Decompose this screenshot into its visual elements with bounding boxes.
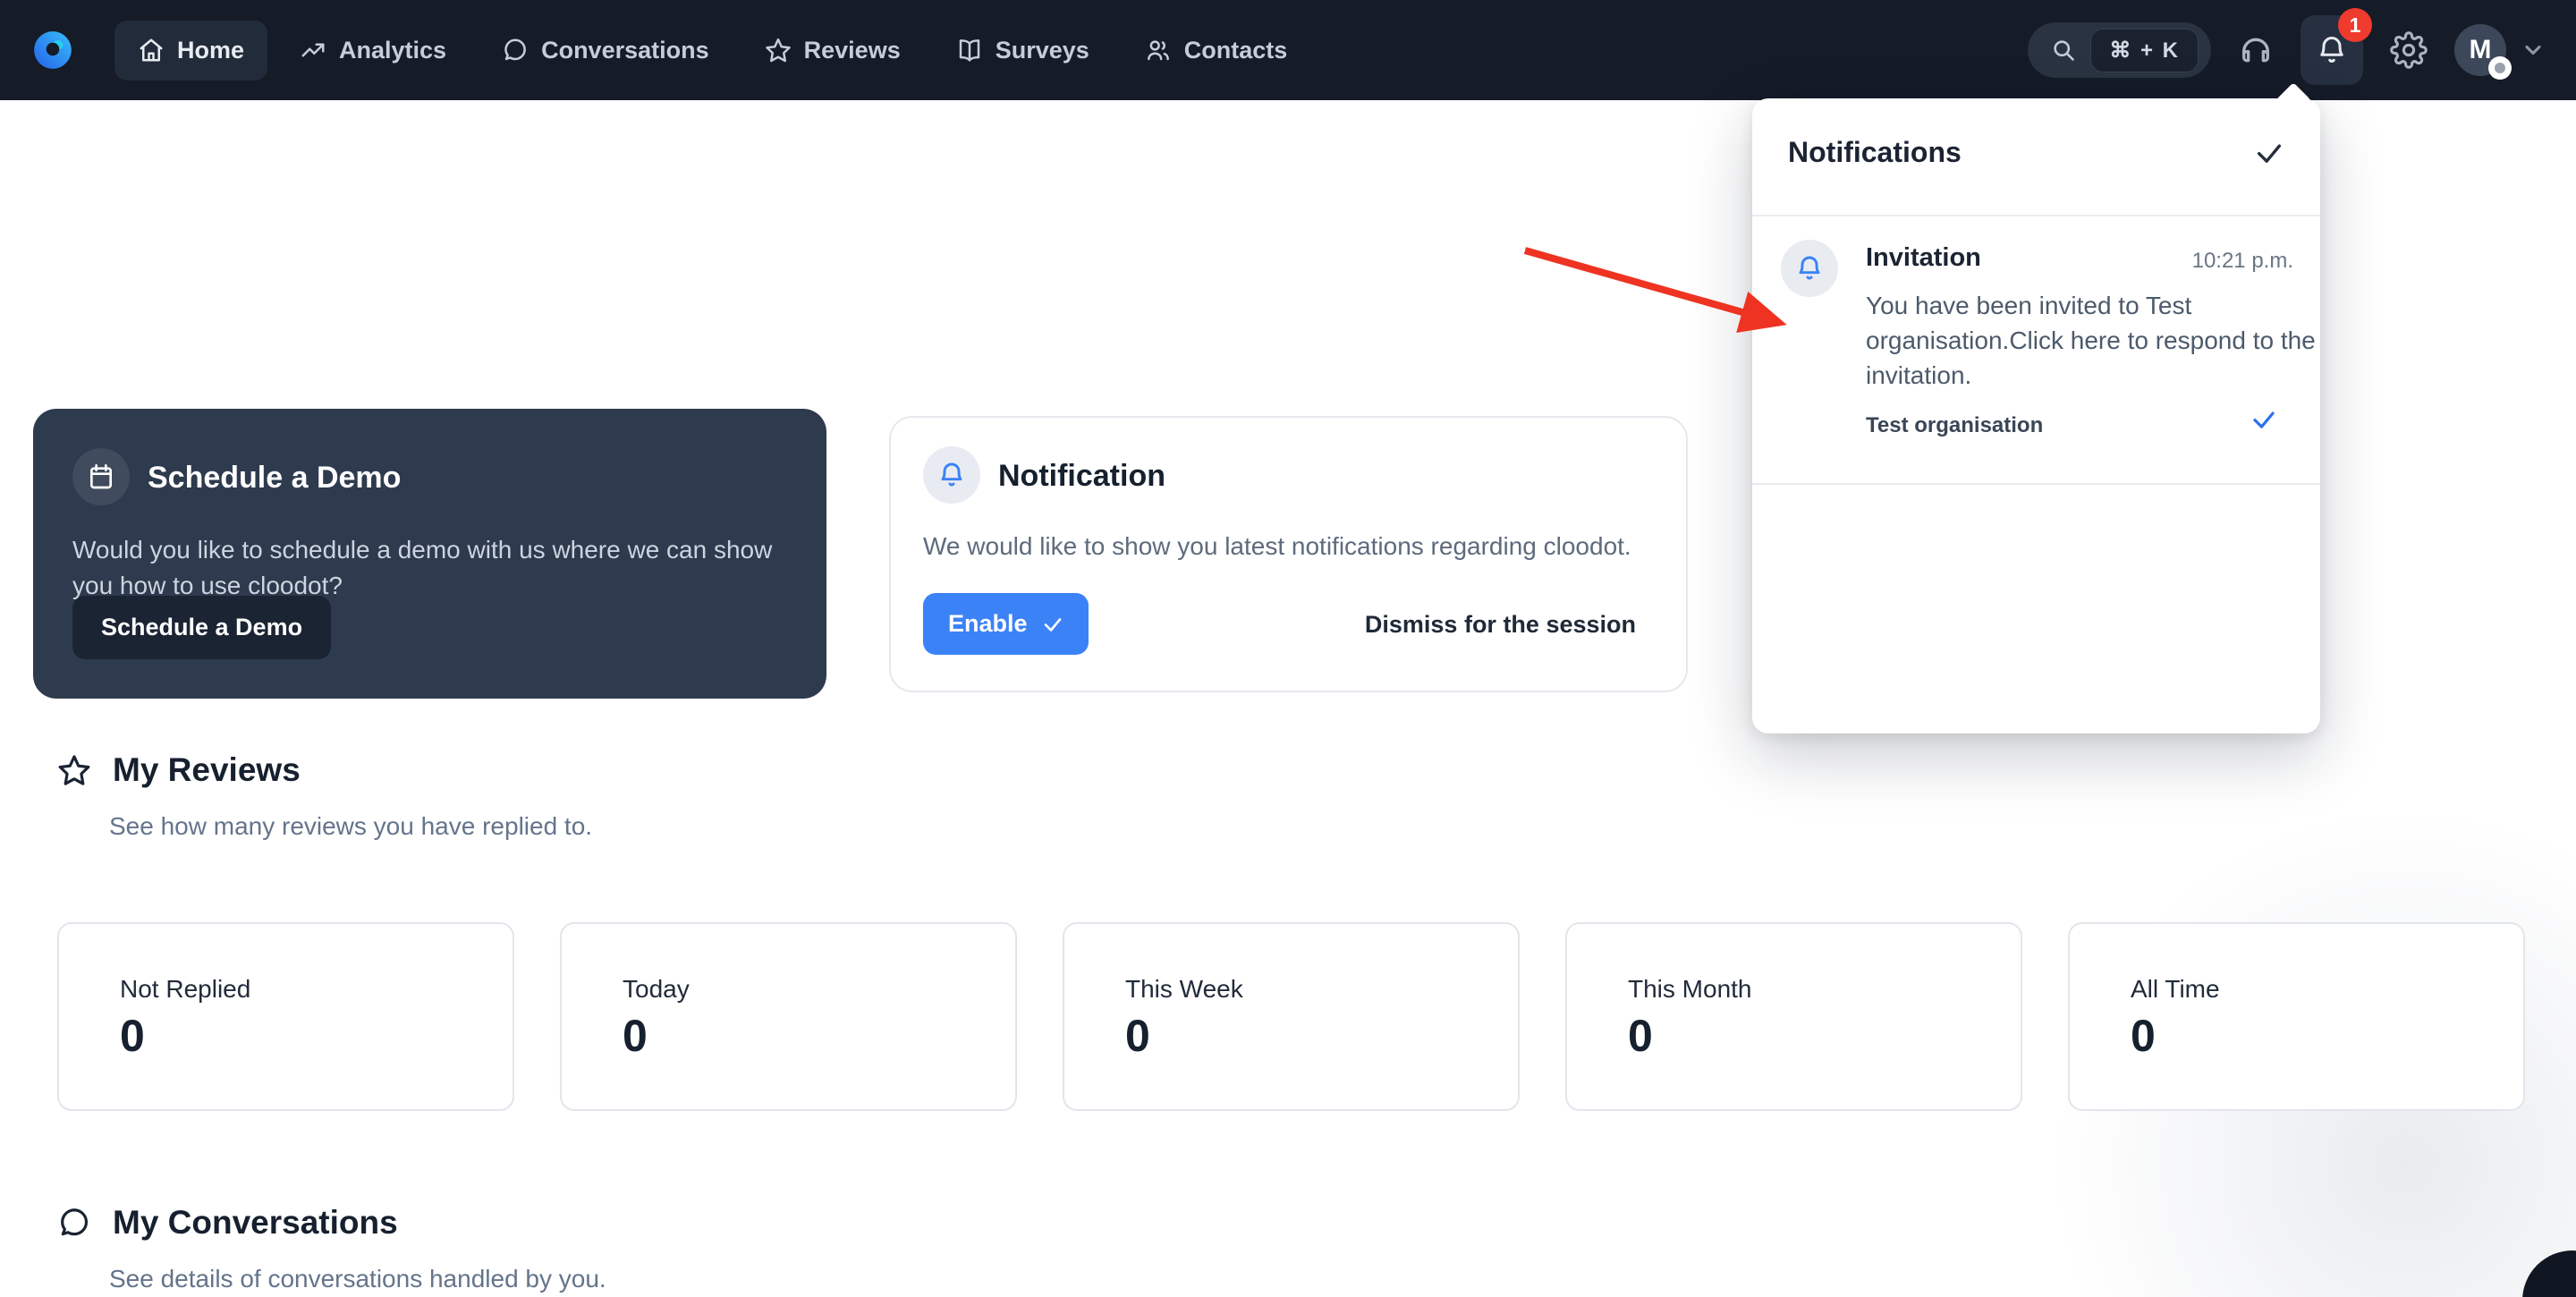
notification-organisation: Test organisation (1866, 413, 2044, 437)
nav-item-home[interactable]: Home (114, 20, 268, 81)
schedule-demo-button[interactable]: Schedule a Demo (72, 596, 332, 659)
notifications-panel: Notifications Invitation 10:21 p.m. You … (1752, 82, 2320, 733)
bell-icon (1799, 256, 1820, 280)
search-shortcut: ⌘ + K (2090, 28, 2199, 72)
open-book-icon (959, 39, 979, 62)
nav-left-group: Home Analytics Conversations Reviews Sur (30, 20, 1311, 81)
nav-item-contacts[interactable]: Contacts (1122, 21, 1311, 81)
notification-time: 10:21 p.m. (2191, 249, 2293, 273)
my-conversations-section-header: My Conversations See details of conversa… (57, 1204, 606, 1293)
top-navbar: Home Analytics Conversations Reviews Sur (0, 0, 2576, 100)
stat-card-not-replied[interactable]: Not Replied 0 (57, 922, 514, 1111)
nav-item-label: Contacts (1183, 36, 1288, 64)
nav-item-label: Analytics (339, 36, 447, 64)
check-icon (1044, 617, 1061, 632)
stat-value: 0 (1125, 1011, 1150, 1061)
stat-card-today[interactable]: Today 0 (560, 922, 1017, 1111)
schedule-demo-card: Schedule a Demo Would you like to schedu… (33, 409, 826, 699)
nav-right-group: ⌘ + K 1 M (2028, 8, 2546, 85)
nav-item-label: Conversations (541, 36, 709, 64)
nav-item-label: Surveys (995, 36, 1089, 64)
demo-card-title: Schedule a Demo (148, 461, 402, 495)
mark-read-icon[interactable] (2250, 406, 2277, 433)
notification-card-title: Notification (998, 459, 1165, 493)
stat-value: 0 (120, 1011, 145, 1061)
stat-value: 0 (623, 1011, 648, 1061)
divider (1752, 483, 2320, 485)
nav-item-reviews[interactable]: Reviews (741, 21, 924, 81)
cloodot-logo-icon[interactable] (30, 28, 75, 72)
bell-icon-circle (1781, 240, 1838, 297)
chat-bubble-icon (61, 1208, 89, 1236)
nav-item-analytics[interactable]: Analytics (276, 21, 470, 81)
users-icon (1147, 40, 1169, 61)
notifications-button[interactable]: 1 (2301, 8, 2372, 85)
home-icon (140, 38, 163, 62)
enable-notification-card: Notification We would like to show you l… (889, 416, 1688, 692)
stat-label: Today (623, 975, 690, 1003)
bell-icon (2320, 37, 2343, 63)
reviews-stats-row: Not Replied 0 Today 0 This Week 0 This M… (57, 922, 2525, 1111)
calendar-icon (90, 464, 112, 489)
bell-icon (941, 462, 962, 487)
enable-notifications-button[interactable]: Enable (923, 593, 1089, 655)
avatar: M (2454, 24, 2512, 80)
stat-label: Not Replied (120, 975, 251, 1003)
chat-bubble-icon (504, 38, 526, 61)
star-icon (765, 38, 791, 63)
search-icon (2054, 40, 2075, 61)
mark-all-read-icon[interactable] (2254, 138, 2284, 168)
chevron-down-icon (2525, 45, 2541, 55)
calendar-icon-circle (72, 448, 130, 505)
chat-widget-fab[interactable] (2522, 1250, 2576, 1297)
notification-count-badge: 1 (2338, 8, 2372, 42)
nav-item-conversations[interactable]: Conversations (479, 21, 733, 81)
search-button[interactable]: ⌘ + K (2028, 22, 2211, 78)
demo-card-body: Would you like to schedule a demo with u… (72, 536, 773, 599)
my-reviews-subtitle: See how many reviews you have replied to… (109, 812, 593, 840)
my-reviews-title: My Reviews (113, 751, 301, 788)
stat-label: All Time (2131, 975, 2220, 1003)
my-conversations-title: My Conversations (113, 1204, 398, 1241)
dismiss-session-link[interactable]: Dismiss for the session (1365, 611, 1636, 639)
notifications-panel-title: Notifications (1788, 136, 1962, 168)
analytics-icon (301, 43, 325, 57)
status-indicator (2488, 56, 2512, 80)
settings-button[interactable] (2390, 31, 2428, 69)
bell-icon-circle (923, 446, 980, 504)
stat-label: This Week (1125, 975, 1243, 1003)
nav-item-surveys[interactable]: Surveys (933, 21, 1113, 81)
stat-label: This Month (1628, 975, 1752, 1003)
my-reviews-section-header: My Reviews See how many reviews you have… (57, 751, 592, 841)
stat-value: 0 (2131, 1011, 2156, 1061)
my-conversations-subtitle: See details of conversations handled by … (109, 1265, 606, 1293)
nav-item-label: Reviews (803, 36, 901, 64)
notification-title: Invitation (1866, 243, 1981, 272)
gear-icon (2390, 31, 2428, 69)
account-menu[interactable]: M (2454, 24, 2546, 80)
enable-label: Enable (948, 610, 1028, 637)
stat-card-all-time[interactable]: All Time 0 (2068, 922, 2525, 1111)
stat-value: 0 (1628, 1011, 1653, 1061)
notification-card-body: We would like to show you latest notific… (923, 532, 1631, 560)
nav-item-label: Home (177, 36, 245, 64)
stat-card-this-month[interactable]: This Month 0 (1565, 922, 2022, 1111)
star-icon (58, 755, 90, 785)
notification-body[interactable]: You have been invited to Test organisati… (1866, 288, 2318, 393)
avatar-initial: M (2469, 35, 2492, 64)
support-button[interactable] (2238, 32, 2274, 68)
headphones-icon (2242, 38, 2269, 63)
stat-card-this-week[interactable]: This Week 0 (1063, 922, 1520, 1111)
divider (1752, 215, 2320, 216)
